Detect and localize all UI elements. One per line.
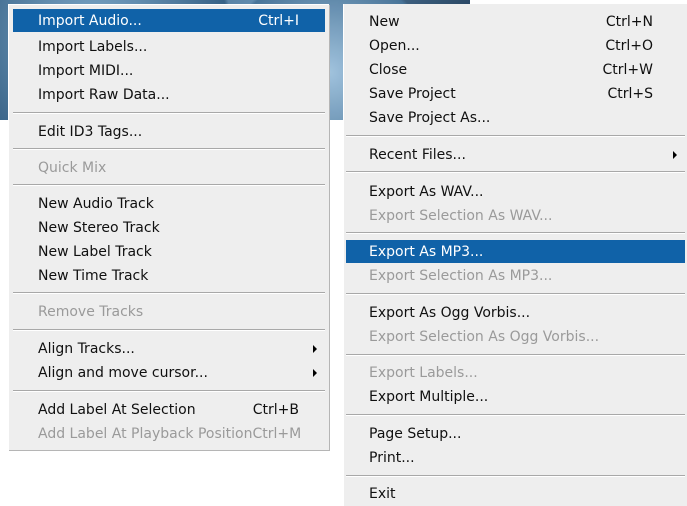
menu-separator xyxy=(346,475,685,477)
menu-separator xyxy=(13,292,325,294)
menu-item-shortcut: Ctrl+S xyxy=(607,85,653,102)
menu-item-export-as-wav[interactable]: Export As WAV... xyxy=(346,180,685,203)
submenu-arrow-icon xyxy=(313,369,317,377)
menu-item-import-labels[interactable]: Import Labels... xyxy=(13,35,325,58)
menu-item-label: Export Selection As Ogg Vorbis... xyxy=(369,328,600,345)
menu-item-label: Export Selection As MP3... xyxy=(369,267,553,284)
menu-item-label: Close xyxy=(369,61,408,78)
menu-item-new[interactable]: New Ctrl+N xyxy=(346,10,685,33)
menu-item-label: Add Label At Playback Position xyxy=(38,425,253,442)
menu-item-add-label-at-playback-position[interactable]: Add Label At Playback Position Ctrl+M xyxy=(13,422,325,445)
menu-item-label: Quick Mix xyxy=(38,159,107,176)
menu-item-export-multiple[interactable]: Export Multiple... xyxy=(346,385,685,408)
menu-item-label: Exit xyxy=(369,485,396,502)
menu-separator xyxy=(346,293,685,295)
menu-item-label: Open... xyxy=(369,37,420,54)
menu-item-new-stereo-track[interactable]: New Stereo Track xyxy=(13,216,325,239)
menu-item-export-selection-as-ogg-vorbis[interactable]: Export Selection As Ogg Vorbis... xyxy=(346,325,685,348)
menu-item-shortcut: Ctrl+O xyxy=(605,37,653,54)
menu-item-save-project-as[interactable]: Save Project As... xyxy=(346,106,685,129)
menu-item-label: Import MIDI... xyxy=(38,62,134,79)
menu-item-label: Import Labels... xyxy=(38,38,148,55)
menu-item-export-labels[interactable]: Export Labels... xyxy=(346,361,685,384)
menu-item-export-as-mp3[interactable]: Export As MP3... xyxy=(346,240,685,263)
file-menu-dropdown: New Ctrl+N Open... Ctrl+O Close Ctrl+W S… xyxy=(343,4,687,506)
menu-separator xyxy=(346,414,685,416)
menu-separator xyxy=(346,135,685,137)
menu-item-new-time-track[interactable]: New Time Track xyxy=(13,264,325,287)
menu-item-quick-mix[interactable]: Quick Mix xyxy=(13,156,325,179)
menu-item-close[interactable]: Close Ctrl+W xyxy=(346,58,685,81)
menu-item-label: Page Setup... xyxy=(369,425,462,442)
menu-item-shortcut: Ctrl+I xyxy=(258,12,299,29)
menu-item-add-label-at-selection[interactable]: Add Label At Selection Ctrl+B xyxy=(13,398,325,421)
menu-item-shortcut: Ctrl+N xyxy=(605,13,653,30)
menu-item-label: Export Labels... xyxy=(369,364,478,381)
menu-item-label: Align and move cursor... xyxy=(38,364,208,381)
menu-item-shortcut: Ctrl+W xyxy=(602,61,653,78)
menu-item-export-selection-as-wav[interactable]: Export Selection As WAV... xyxy=(346,204,685,227)
menu-item-label: Recent Files... xyxy=(369,146,466,163)
menu-item-print[interactable]: Print... xyxy=(346,446,685,469)
menu-separator xyxy=(346,354,685,356)
menu-item-label: New Stereo Track xyxy=(38,219,160,236)
menu-item-import-midi[interactable]: Import MIDI... xyxy=(13,59,325,82)
menu-item-import-audio[interactable]: Import Audio... Ctrl+I xyxy=(13,9,325,32)
menu-item-export-selection-as-mp3[interactable]: Export Selection As MP3... xyxy=(346,264,685,287)
menu-item-label: Remove Tracks xyxy=(38,303,144,320)
menu-item-edit-id3-tags[interactable]: Edit ID3 Tags... xyxy=(13,120,325,143)
menu-separator xyxy=(346,232,685,234)
menu-item-label: Export Multiple... xyxy=(369,388,489,405)
menu-item-label: Save Project As... xyxy=(369,109,491,126)
menu-item-label: Print... xyxy=(369,449,415,466)
menu-item-label: Add Label At Selection xyxy=(38,401,196,418)
menu-item-shortcut: Ctrl+M xyxy=(252,425,302,442)
menu-item-align-tracks[interactable]: Align Tracks... xyxy=(13,337,325,360)
menu-item-label: Edit ID3 Tags... xyxy=(38,123,143,140)
menu-item-label: Export As Ogg Vorbis... xyxy=(369,304,531,321)
menu-item-remove-tracks[interactable]: Remove Tracks xyxy=(13,300,325,323)
menu-item-page-setup[interactable]: Page Setup... xyxy=(346,422,685,445)
menu-item-label: Import Raw Data... xyxy=(38,86,170,103)
project-menu-dropdown: Import Audio... Ctrl+I Import Labels... … xyxy=(8,4,329,450)
menu-item-label: Export As WAV... xyxy=(369,183,484,200)
menu-item-label: New Time Track xyxy=(38,267,149,284)
menu-item-label: New Audio Track xyxy=(38,195,154,212)
menu-item-label: Export Selection As WAV... xyxy=(369,207,553,224)
menu-item-save-project[interactable]: Save Project Ctrl+S xyxy=(346,82,685,105)
menu-separator xyxy=(13,329,325,331)
menu-item-label: Save Project xyxy=(369,85,456,102)
menu-item-new-audio-track[interactable]: New Audio Track xyxy=(13,192,325,215)
menu-item-label: Align Tracks... xyxy=(38,340,135,357)
menu-item-label: New xyxy=(369,13,400,30)
menu-separator xyxy=(13,390,325,392)
submenu-arrow-icon xyxy=(673,151,677,159)
menu-item-align-and-move-cursor[interactable]: Align and move cursor... xyxy=(13,361,325,384)
menu-item-open[interactable]: Open... Ctrl+O xyxy=(346,34,685,57)
menu-separator xyxy=(13,148,325,150)
menu-item-import-raw-data[interactable]: Import Raw Data... xyxy=(13,83,325,106)
menu-item-new-label-track[interactable]: New Label Track xyxy=(13,240,325,263)
menu-item-exit[interactable]: Exit xyxy=(346,482,685,505)
menu-item-shortcut: Ctrl+B xyxy=(252,401,299,418)
menu-item-recent-files[interactable]: Recent Files... xyxy=(346,143,685,166)
menu-separator xyxy=(346,171,685,173)
menu-separator xyxy=(13,112,325,114)
menu-item-label: Export As MP3... xyxy=(369,243,484,260)
menu-separator xyxy=(13,184,325,186)
submenu-arrow-icon xyxy=(313,345,317,353)
menu-item-label: New Label Track xyxy=(38,243,152,260)
menu-item-export-as-ogg-vorbis[interactable]: Export As Ogg Vorbis... xyxy=(346,301,685,324)
menu-item-label: Import Audio... xyxy=(38,12,142,29)
